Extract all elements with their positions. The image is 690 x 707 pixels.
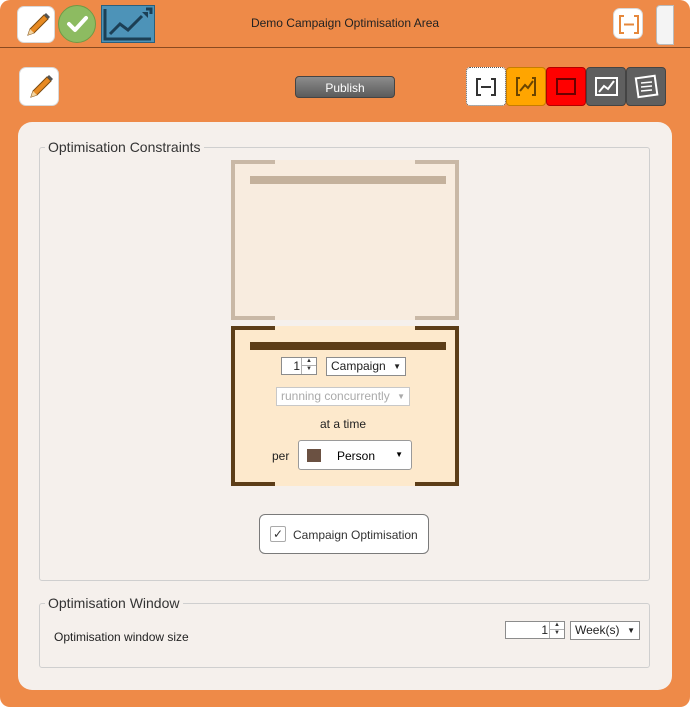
chevron-down-icon: ▼ [393, 362, 401, 371]
collapse-panel-handle[interactable] [656, 5, 674, 45]
constraint-header-bar [250, 176, 446, 184]
mode-constraints-button[interactable] [466, 67, 506, 106]
mode-frame-button[interactable] [546, 67, 586, 106]
stepper-down-icon[interactable]: ▼ [550, 630, 564, 637]
empty-constraint-slot[interactable] [231, 160, 459, 320]
list-report-icon [634, 74, 659, 99]
stepper-down-icon[interactable]: ▼ [302, 366, 316, 373]
corner-mark [235, 160, 275, 164]
corner-mark [235, 326, 275, 330]
optimisation-chart-button[interactable] [101, 5, 155, 43]
window-unit-value: Week(s) [575, 623, 620, 637]
corner-mark [415, 160, 455, 164]
edit-area-button[interactable] [17, 6, 55, 43]
mode-report-button[interactable] [626, 67, 666, 106]
stepper-arrows[interactable]: ▲ ▼ [301, 358, 316, 374]
bracket-icon [619, 15, 639, 34]
campaign-optimisation-toggle[interactable]: ✓ Campaign Optimisation [259, 514, 429, 554]
main-panel: Optimisation Constraints 1 ▲ ▼ Campaign … [18, 122, 672, 690]
entity-type-value: Campaign [331, 359, 386, 373]
window-size-value: 1 [541, 623, 548, 637]
constraints-view-button[interactable] [613, 8, 643, 39]
mode-analytics-button[interactable] [586, 67, 626, 106]
person-swatch-icon [307, 449, 321, 462]
campaign-optimisation-label: Campaign Optimisation [293, 528, 418, 542]
window-unit-select[interactable]: Week(s) ▼ [570, 621, 640, 640]
at-a-time-label: at a time [320, 417, 367, 431]
pencil-icon [27, 13, 50, 36]
check-icon [67, 16, 88, 32]
stepper-up-icon[interactable]: ▲ [302, 358, 316, 366]
chevron-down-icon: ▼ [627, 626, 635, 635]
bracket-chart-icon [516, 77, 536, 96]
constraint-count-stepper[interactable]: 1 ▲ ▼ [281, 357, 317, 375]
chevron-down-icon: ▼ [397, 392, 405, 401]
corner-mark [235, 482, 275, 486]
count-value: 1 [293, 359, 300, 373]
pencil-icon [30, 75, 53, 98]
active-constraint-card: 1 ▲ ▼ Campaign ▼ running concurrently ▼ … [231, 326, 459, 486]
relation-select[interactable]: running concurrently ▼ [276, 387, 410, 406]
stepper-arrows[interactable]: ▲ ▼ [549, 622, 564, 638]
window-size-label: Optimisation window size [54, 630, 189, 644]
per-entity-select[interactable]: Person ▼ [298, 440, 412, 470]
app-window: Demo Campaign Optimisation Area Publish [0, 0, 690, 707]
relation-value: running concurrently [281, 389, 390, 403]
corner-mark [235, 316, 275, 320]
mode-optimisation-button[interactable] [506, 67, 546, 106]
window-size-stepper[interactable]: 1 ▲ ▼ [505, 621, 565, 639]
corner-mark [415, 326, 455, 330]
frame-icon [556, 78, 576, 95]
entity-type-select[interactable]: Campaign ▼ [326, 357, 406, 376]
constraint-header-bar [250, 342, 446, 350]
confirm-button[interactable] [58, 5, 96, 43]
check-icon[interactable]: ✓ [270, 526, 286, 542]
line-chart-icon [595, 77, 618, 96]
window-legend: Optimisation Window [48, 595, 180, 611]
bracket-icon [476, 78, 496, 96]
corner-mark [415, 316, 455, 320]
window-title: Demo Campaign Optimisation Area [250, 16, 440, 30]
stepper-up-icon[interactable]: ▲ [550, 622, 564, 630]
constraints-legend: Optimisation Constraints [48, 139, 201, 155]
corner-mark [415, 482, 455, 486]
per-label: per [272, 449, 290, 463]
title-bar: Demo Campaign Optimisation Area [0, 0, 690, 48]
per-entity-value: Person [337, 449, 376, 463]
edit-button[interactable] [19, 67, 59, 106]
publish-button[interactable]: Publish [295, 76, 395, 98]
chevron-down-icon: ▼ [395, 450, 403, 459]
trend-chart-icon [103, 7, 153, 41]
